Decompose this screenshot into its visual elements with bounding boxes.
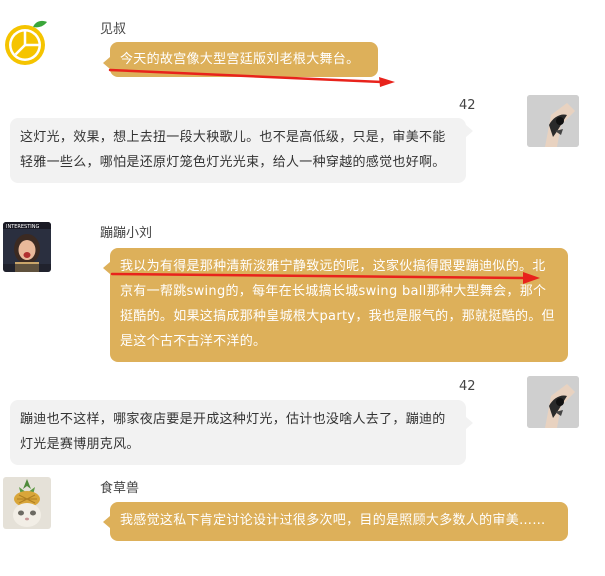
avatar-jianshu[interactable] [3, 18, 51, 66]
sender-name: 食草兽 [100, 481, 140, 496]
bubble-tail [103, 262, 110, 274]
pineapple-cat-photo-icon [3, 477, 51, 529]
message-bubble: 我感觉这私下肯定讨论设计过很多次吧，目的是照顾大多数人的审美…… [110, 502, 568, 541]
bubble-tail [466, 125, 473, 137]
reply-badge: 42 [459, 98, 476, 113]
avatar-42[interactable] [527, 376, 579, 428]
message-bubble: 今天的故宫像大型宫廷版刘老根大舞台。 [110, 42, 378, 77]
bubble-tail [466, 417, 473, 429]
bubble-tail [103, 57, 110, 69]
svg-text:INTERESTING: INTERESTING [6, 224, 40, 230]
message-bubble: 我以为有得是那种清新淡雅宁静致远的呢，这家伙搞得跟要蹦迪似的。北京有一帮跳swi… [110, 248, 568, 362]
avatar-shicaoshou[interactable] [3, 477, 51, 529]
avatar-42[interactable] [527, 95, 579, 147]
orange-slice-logo-icon [5, 20, 47, 65]
message-bubble: 蹦迪也不这样，哪家夜店要是开成这种灯光，估计也没啥人去了，蹦迪的灯光是赛博朋克风… [10, 400, 466, 465]
sender-name: 蹦蹦小刘 [100, 226, 153, 241]
tattoo-arm-icon [527, 376, 579, 428]
reply-badge: 42 [459, 379, 476, 394]
sender-name: 见叔 [100, 22, 127, 37]
tattoo-arm-icon [527, 95, 579, 147]
message-bubble: 这灯光，效果，想上去扭一段大秧歌儿。也不是高低级，只是，审美不能轻雅一些么，哪怕… [10, 118, 466, 183]
interesting-girl-photo-icon: INTERESTING [3, 222, 51, 272]
avatar-bengbeng-xiaoliu[interactable]: INTERESTING [3, 222, 51, 272]
bubble-tail [103, 516, 110, 528]
